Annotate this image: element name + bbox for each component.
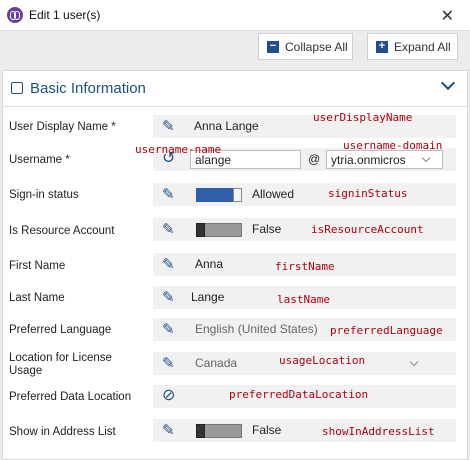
first-name-label: First Name [9, 260, 66, 272]
resource-account-toggle[interactable] [196, 223, 242, 237]
edit-pencil-icon[interactable]: ✎ [162, 187, 175, 202]
signin-toggle[interactable] [196, 188, 242, 202]
close-icon[interactable]: ✕ [441, 6, 454, 26]
annotation-last-name: lastName [277, 293, 330, 306]
collapse-all-label: Collapse All [285, 39, 348, 54]
edit-pencil-icon[interactable]: ✎ [162, 423, 175, 438]
annotation-show-in-address-list: showInAddressList [322, 425, 435, 438]
section-header[interactable]: Basic Information [3, 71, 467, 107]
at-sign: @ [308, 152, 321, 166]
last-name-value: Lange [191, 290, 225, 304]
chevron-down-icon[interactable] [440, 75, 456, 91]
collapse-all-button[interactable]: − Collapse All [258, 33, 353, 60]
edit-pencil-icon[interactable]: ✎ [162, 222, 175, 237]
signin-status-label: Sign-in status [9, 189, 79, 201]
annotation-preferred-language: preferredLanguage [330, 324, 443, 337]
annotation-resource-account: isResourceAccount [311, 223, 424, 236]
preferred-language-value: English (United States) [195, 322, 318, 336]
annotation-username-name: username-name [135, 143, 222, 156]
signin-status-field: ✎ Allowed [153, 183, 456, 206]
annotation-signin-status: signinStatus [328, 187, 408, 200]
edit-pencil-icon[interactable]: ✎ [162, 322, 175, 337]
edit-pencil-icon[interactable]: ✎ [162, 290, 175, 305]
last-name-label: Last Name [9, 292, 65, 304]
annotation-first-name: firstName [275, 260, 335, 273]
chevron-down-icon[interactable] [409, 357, 419, 367]
collapse-icon: − [267, 40, 279, 53]
edit-pencil-icon[interactable]: ✎ [162, 356, 175, 371]
expand-all-label: Expand All [394, 39, 451, 54]
blocked-icon: ⊘ [162, 387, 176, 404]
edit-section-icon [11, 82, 23, 94]
domain-value: ytria.onmicros [331, 153, 406, 167]
title-bar: Edit 1 user(s) ✕ [0, 0, 470, 31]
resource-account-label: Is Resource Account [9, 225, 115, 237]
window-title: Edit 1 user(s) [29, 8, 101, 22]
annotation-username-domain: username-domain [343, 139, 443, 152]
expand-all-button[interactable]: + Expand All [367, 33, 458, 60]
display-name-label: User Display Name * [9, 121, 116, 133]
display-name-value: Anna Lange [194, 119, 259, 133]
show-in-address-list-label: Show in Address List [9, 426, 116, 438]
username-label: Username * [9, 154, 70, 166]
toggle-knob [233, 188, 242, 202]
app-logo-icon [7, 7, 23, 23]
resource-account-value: False [252, 222, 282, 236]
expand-icon: + [376, 40, 388, 53]
edit-pencil-icon[interactable]: ✎ [162, 257, 175, 272]
toggle-knob [196, 424, 205, 438]
location-value: Canada [195, 356, 238, 370]
show-in-address-list-value: False [252, 423, 282, 437]
address-list-toggle[interactable] [196, 424, 242, 438]
location-label: Location for License Usage [9, 352, 112, 377]
annotation-usage-location: usageLocation [279, 354, 366, 367]
signin-status-value: Allowed [252, 187, 295, 201]
first-name-value: Anna [195, 257, 224, 271]
section-title: Basic Information [30, 80, 146, 97]
edit-pencil-icon[interactable]: ✎ [162, 119, 175, 134]
annotation-display-name: userDisplayName [313, 111, 413, 124]
toggle-knob [196, 223, 205, 237]
preferred-data-location-label: Preferred Data Location [9, 391, 132, 403]
preferred-language-label: Preferred Language [9, 324, 112, 336]
annotation-preferred-data-location: preferredDataLocation [229, 388, 369, 401]
